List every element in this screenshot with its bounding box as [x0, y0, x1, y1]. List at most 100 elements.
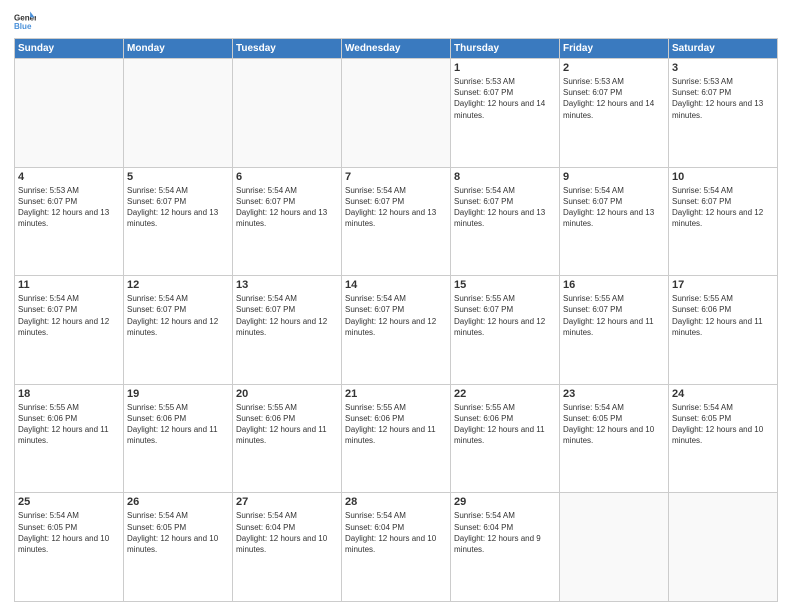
header: General Blue [14, 10, 778, 32]
calendar-cell: 23 Sunrise: 5:54 AMSunset: 6:05 PMDayligh… [560, 384, 669, 493]
svg-text:Blue: Blue [14, 22, 32, 31]
day-number: 6 [236, 171, 338, 183]
day-info: Sunrise: 5:54 AMSunset: 6:07 PMDaylight:… [345, 185, 447, 230]
day-number: 2 [563, 62, 665, 74]
day-number: 19 [127, 388, 229, 400]
weekday-header-thursday: Thursday [451, 39, 560, 59]
day-number: 29 [454, 496, 556, 508]
calendar-cell: 9 Sunrise: 5:54 AMSunset: 6:07 PMDaylight… [560, 167, 669, 276]
calendar-cell: 12 Sunrise: 5:54 AMSunset: 6:07 PMDayligh… [124, 276, 233, 385]
calendar-cell: 21 Sunrise: 5:55 AMSunset: 6:06 PMDayligh… [342, 384, 451, 493]
calendar-cell: 18Sunrise: 5:55 AMSunset: 6:06 PMDayligh… [15, 384, 124, 493]
day-number: 25 [18, 496, 120, 508]
day-info: Sunrise: 5:54 AMSunset: 6:07 PMDaylight:… [236, 185, 338, 230]
day-info: Sunrise: 5:55 AMSunset: 6:07 PMDaylight:… [563, 293, 665, 338]
day-number: 22 [454, 388, 556, 400]
day-number: 20 [236, 388, 338, 400]
svg-text:General: General [14, 13, 36, 22]
day-number: 28 [345, 496, 447, 508]
day-number: 7 [345, 171, 447, 183]
day-info: Sunrise: 5:54 AMSunset: 6:07 PMDaylight:… [454, 185, 556, 230]
day-info: Sunrise: 5:55 AMSunset: 6:06 PMDaylight:… [345, 402, 447, 447]
day-number: 3 [672, 62, 774, 74]
calendar-cell: 19 Sunrise: 5:55 AMSunset: 6:06 PMDayligh… [124, 384, 233, 493]
day-info: Sunrise: 5:53 AMSunset: 6:07 PMDaylight:… [672, 76, 774, 121]
day-info: Sunrise: 5:55 AMSunset: 6:06 PMDaylight:… [127, 402, 229, 447]
calendar-cell: 25 Sunrise: 5:54 AMSunset: 6:05 PMDayligh… [15, 493, 124, 602]
calendar-cell: 17Sunrise: 5:55 AMSunset: 6:06 PMDayligh… [669, 276, 778, 385]
calendar-cell: 11 Sunrise: 5:54 AMSunset: 6:07 PMDayligh… [15, 276, 124, 385]
day-number: 8 [454, 171, 556, 183]
calendar-cell: 6 Sunrise: 5:54 AMSunset: 6:07 PMDaylight… [233, 167, 342, 276]
calendar-cell: 27Sunrise: 5:54 AMSunset: 6:04 PMDayligh… [233, 493, 342, 602]
day-number: 12 [127, 279, 229, 291]
calendar-cell: 5 Sunrise: 5:54 AMSunset: 6:07 PMDaylight… [124, 167, 233, 276]
day-info: Sunrise: 5:53 AMSunset: 6:07 PMDaylight:… [454, 76, 556, 121]
day-info: Sunrise: 5:54 AMSunset: 6:07 PMDaylight:… [345, 293, 447, 338]
calendar-cell: 26 Sunrise: 5:54 AMSunset: 6:05 PMDayligh… [124, 493, 233, 602]
day-number: 26 [127, 496, 229, 508]
day-number: 16 [563, 279, 665, 291]
day-number: 17 [672, 279, 774, 291]
calendar-cell: 22 Sunrise: 5:55 AMSunset: 6:06 PMDayligh… [451, 384, 560, 493]
calendar-cell: 28 Sunrise: 5:54 AMSunset: 6:04 PMDayligh… [342, 493, 451, 602]
calendar-cell: 24 Sunrise: 5:54 AMSunset: 6:05 PMDayligh… [669, 384, 778, 493]
weekday-header-friday: Friday [560, 39, 669, 59]
day-info: Sunrise: 5:54 AMSunset: 6:04 PMDaylight:… [454, 510, 556, 555]
day-info: Sunrise: 5:54 AMSunset: 6:05 PMDaylight:… [18, 510, 120, 555]
calendar-cell: 29 Sunrise: 5:54 AMSunset: 6:04 PMDayligh… [451, 493, 560, 602]
day-info: Sunrise: 5:54 AMSunset: 6:07 PMDaylight:… [563, 185, 665, 230]
day-number: 15 [454, 279, 556, 291]
calendar-cell: 8 Sunrise: 5:54 AMSunset: 6:07 PMDaylight… [451, 167, 560, 276]
calendar-cell: 20 Sunrise: 5:55 AMSunset: 6:06 PMDayligh… [233, 384, 342, 493]
day-number: 11 [18, 279, 120, 291]
day-info: Sunrise: 5:54 AMSunset: 6:04 PMDaylight:… [345, 510, 447, 555]
calendar-cell: 14 Sunrise: 5:54 AMSunset: 6:07 PMDayligh… [342, 276, 451, 385]
calendar-cell: 15 Sunrise: 5:55 AMSunset: 6:07 PMDayligh… [451, 276, 560, 385]
calendar-cell: 7 Sunrise: 5:54 AMSunset: 6:07 PMDaylight… [342, 167, 451, 276]
weekday-header-tuesday: Tuesday [233, 39, 342, 59]
day-info: Sunrise: 5:55 AMSunset: 6:07 PMDaylight:… [454, 293, 556, 338]
calendar-cell: 4Sunrise: 5:53 AMSunset: 6:07 PMDaylight… [15, 167, 124, 276]
weekday-header-sunday: Sunday [15, 39, 124, 59]
calendar-cell: 1 Sunrise: 5:53 AMSunset: 6:07 PMDaylight… [451, 59, 560, 168]
calendar-cell [669, 493, 778, 602]
day-number: 10 [672, 171, 774, 183]
calendar-table: SundayMondayTuesdayWednesdayThursdayFrid… [14, 38, 778, 602]
day-number: 21 [345, 388, 447, 400]
calendar-cell: 16 Sunrise: 5:55 AMSunset: 6:07 PMDayligh… [560, 276, 669, 385]
day-number: 13 [236, 279, 338, 291]
day-info: Sunrise: 5:54 AMSunset: 6:05 PMDaylight:… [127, 510, 229, 555]
day-number: 1 [454, 62, 556, 74]
day-info: Sunrise: 5:53 AMSunset: 6:07 PMDaylight:… [18, 185, 120, 230]
day-info: Sunrise: 5:53 AMSunset: 6:07 PMDaylight:… [563, 76, 665, 121]
calendar-cell: 13 Sunrise: 5:54 AMSunset: 6:07 PMDayligh… [233, 276, 342, 385]
day-number: 23 [563, 388, 665, 400]
weekday-header-monday: Monday [124, 39, 233, 59]
weekday-header-saturday: Saturday [669, 39, 778, 59]
logo: General Blue [14, 10, 36, 32]
calendar-cell: 2 Sunrise: 5:53 AMSunset: 6:07 PMDaylight… [560, 59, 669, 168]
day-info: Sunrise: 5:54 AMSunset: 6:07 PMDaylight:… [127, 293, 229, 338]
day-info: Sunrise: 5:54 AMSunset: 6:07 PMDaylight:… [18, 293, 120, 338]
calendar-cell [342, 59, 451, 168]
calendar-cell [124, 59, 233, 168]
day-info: Sunrise: 5:54 AMSunset: 6:07 PMDaylight:… [672, 185, 774, 230]
day-number: 24 [672, 388, 774, 400]
day-info: Sunrise: 5:54 AMSunset: 6:07 PMDaylight:… [127, 185, 229, 230]
day-info: Sunrise: 5:54 AMSunset: 6:05 PMDaylight:… [672, 402, 774, 447]
page: General Blue SundayMondayTuesdayWednesda… [0, 0, 792, 612]
day-number: 27 [236, 496, 338, 508]
day-info: Sunrise: 5:55 AMSunset: 6:06 PMDaylight:… [454, 402, 556, 447]
day-info: Sunrise: 5:54 AMSunset: 6:05 PMDaylight:… [563, 402, 665, 447]
logo-icon: General Blue [14, 10, 36, 32]
calendar-cell: 10 Sunrise: 5:54 AMSunset: 6:07 PMDayligh… [669, 167, 778, 276]
day-number: 9 [563, 171, 665, 183]
calendar-cell [233, 59, 342, 168]
day-number: 5 [127, 171, 229, 183]
day-number: 14 [345, 279, 447, 291]
day-info: Sunrise: 5:55 AMSunset: 6:06 PMDaylight:… [18, 402, 120, 447]
calendar-cell [15, 59, 124, 168]
day-info: Sunrise: 5:54 AMSunset: 6:07 PMDaylight:… [236, 293, 338, 338]
day-info: Sunrise: 5:55 AMSunset: 6:06 PMDaylight:… [236, 402, 338, 447]
